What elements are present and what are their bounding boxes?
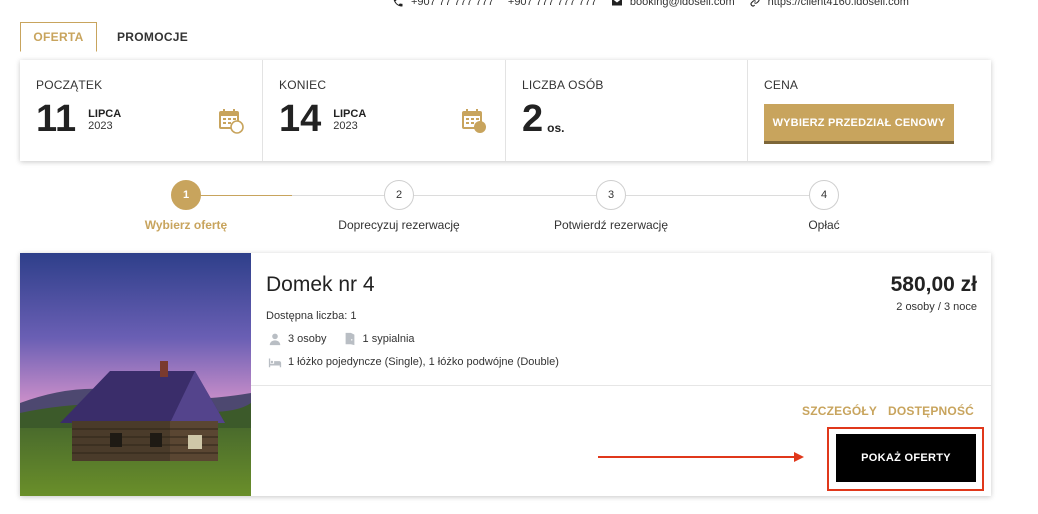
start-year: 2023 — [88, 120, 113, 132]
end-day: 14 — [279, 98, 322, 140]
capacity-features: 3 osoby 1 sypialnia — [268, 332, 415, 346]
phone-icon — [393, 0, 403, 7]
cabin-image — [20, 253, 251, 496]
calendar-icon[interactable] — [461, 108, 487, 134]
persons-count: 2 — [522, 98, 544, 140]
start-date-field[interactable]: POCZĄTEK 11 LIPCA 2023 — [20, 60, 263, 161]
step-4: 4 Opłać — [724, 180, 924, 232]
persons-unit: os. — [547, 121, 565, 135]
step-1[interactable]: 1 Wybierz ofertę — [86, 180, 286, 232]
website-contact[interactable]: https://client4160.idosell.com — [749, 0, 909, 8]
card-divider — [251, 385, 991, 386]
tab-promocje[interactable]: PROMOCJE — [97, 22, 208, 52]
beds-features: 1 łóżko pojedyncze (Single), 1 łóżko pod… — [268, 355, 559, 369]
phone-contact-1[interactable]: +907 77 777 777 — [392, 0, 494, 8]
step-1-number: 1 — [171, 180, 201, 210]
price-field: CENA WYBIERZ PRZEDZIAŁ CENOWY — [748, 60, 991, 161]
end-year: 2023 — [333, 120, 358, 132]
phone-contact-2[interactable]: +907 777 777 777 — [508, 0, 597, 8]
end-date-field[interactable]: KONIEC 14 LIPCA 2023 — [263, 60, 506, 161]
step-4-number: 4 — [809, 180, 839, 210]
price-label: CENA — [764, 78, 799, 92]
email-contact[interactable]: booking@idosell.com — [611, 0, 735, 8]
contact-bar: +907 77 777 777 +907 777 777 777 booking… — [392, 0, 909, 10]
beds-description: 1 łóżko pojedyncze (Single), 1 łóżko pod… — [288, 356, 559, 368]
bed-icon — [268, 358, 282, 368]
select-price-range-button[interactable]: WYBIERZ PRZEDZIAŁ CENOWY — [764, 104, 954, 144]
start-date-label: POCZĄTEK — [36, 78, 103, 92]
offer-price: 580,00 zł — [890, 273, 977, 296]
offer-photo[interactable] — [20, 253, 251, 496]
offer-price-detail: 2 osoby / 3 noce — [896, 301, 977, 313]
availability-count: Dostępna liczba: 1 — [266, 310, 357, 322]
end-date-label: KONIEC — [279, 78, 327, 92]
step-3-label: Potwierdź rezerwację — [553, 218, 669, 232]
persons-capacity: 3 osoby — [288, 333, 327, 345]
step-2: 2 Doprecyzuj rezerwację — [299, 180, 499, 232]
phone-number-2: +907 777 777 777 — [507, 0, 597, 8]
details-link[interactable]: SZCZEGÓŁY — [802, 404, 877, 418]
offer-tabs: OFERTA PROMOCJE — [20, 22, 208, 52]
persons-field[interactable]: LICZBA OSÓB 2 os. — [506, 60, 748, 161]
phone-number-1: +907 77 777 777 — [411, 0, 494, 8]
step-2-number: 2 — [384, 180, 414, 210]
link-icon — [750, 0, 760, 7]
calendar-icon[interactable] — [218, 108, 244, 134]
start-day: 11 — [36, 98, 77, 140]
offer-title[interactable]: Domek nr 4 — [266, 273, 375, 297]
step-4-label: Opłać — [808, 218, 840, 232]
door-icon — [345, 332, 354, 346]
person-icon — [269, 333, 281, 346]
email-address: booking@idosell.com — [629, 0, 735, 8]
start-month: LIPCA — [88, 108, 122, 120]
step-1-label: Wybierz ofertę — [144, 218, 228, 232]
step-3-number: 3 — [596, 180, 626, 210]
website-url: https://client4160.idosell.com — [767, 0, 909, 8]
tab-oferta[interactable]: OFERTA — [20, 22, 97, 52]
bedrooms-count: 1 sypialnia — [362, 333, 415, 345]
booking-search-bar: POCZĄTEK 11 LIPCA 2023 KONIEC 14 LIPCA 2… — [20, 60, 991, 161]
end-month: LIPCA — [333, 108, 367, 120]
show-offers-button[interactable]: POKAŻ OFERTY — [836, 434, 976, 482]
arrow-icon — [598, 452, 804, 462]
mail-icon — [611, 0, 622, 6]
persons-label: LICZBA OSÓB — [522, 78, 604, 92]
step-2-label: Doprecyzuj rezerwację — [338, 218, 460, 232]
availability-link[interactable]: DOSTĘPNOŚĆ — [888, 404, 974, 418]
offer-card: Domek nr 4 580,00 zł 2 osoby / 3 noce Do… — [20, 253, 991, 496]
step-3: 3 Potwierdź rezerwację — [511, 180, 711, 232]
